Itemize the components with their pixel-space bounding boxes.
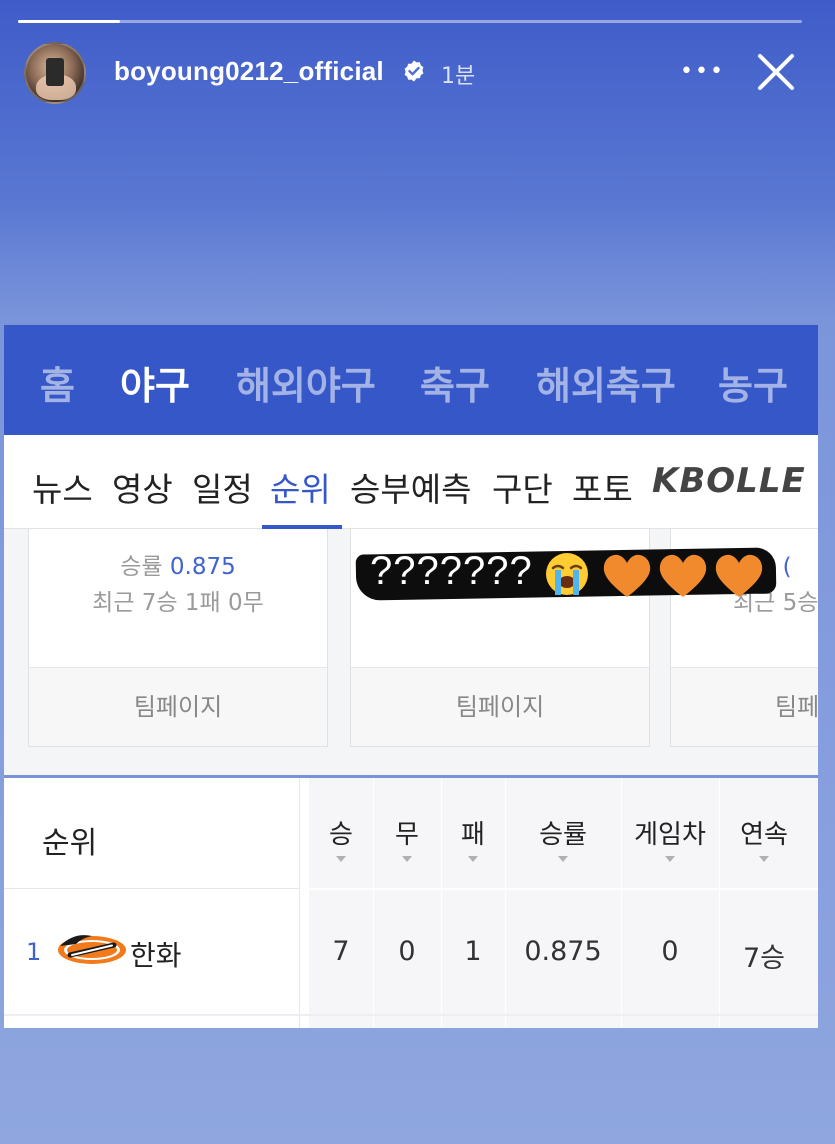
stat-win-rate: 0.875 <box>524 936 602 967</box>
shared-screenshot: 홈 야구 해외야구 축구 해외축구 농구 뉴스 영상 일정 순위 승부예측 구단… <box>4 323 818 1028</box>
orange-heart-icon <box>715 554 763 597</box>
tab-photo[interactable]: 포토 <box>572 463 633 511</box>
baseball-sub-nav: 뉴스 영상 일정 순위 승부예측 구단 포토 KBOLLE <box>4 435 818 529</box>
stat-streak: 7승 <box>742 943 786 974</box>
tab-standings[interactable]: 순위 <box>270 463 331 511</box>
sort-caret-icon[interactable] <box>759 856 769 862</box>
team-page-button[interactable]: 팀페 <box>671 668 818 746</box>
team-page-button[interactable]: 팀페이지 <box>351 668 649 746</box>
loudly-crying-face-icon <box>546 553 588 595</box>
standings-team-column: 순위 1 한화 <box>4 778 300 1028</box>
nav-basketball[interactable]: 농구 <box>718 355 788 410</box>
standings-stats: 승 무 패 승률 게임차 연속 7 0 1 0.875 0 7승 <box>309 778 818 1028</box>
stat-games-behind: 0 <box>661 936 679 967</box>
kbo-league-logo[interactable]: KBOLLE <box>652 461 806 501</box>
story-progress-bar <box>18 20 802 23</box>
nav-overseas-baseball[interactable]: 해외야구 <box>236 355 376 410</box>
sport-category-nav: 홈 야구 해외야구 축구 해외축구 농구 <box>4 325 818 435</box>
col-header-draws[interactable]: 무 <box>373 814 441 851</box>
avatar-phone <box>46 58 64 86</box>
row-divider <box>4 888 300 889</box>
nav-baseball[interactable]: 야구 <box>120 355 190 410</box>
card-win-rate: 승률 0.875 <box>29 547 327 581</box>
orange-heart-icon <box>659 554 707 597</box>
col-header-wins[interactable]: 승 <box>309 814 373 851</box>
row-divider <box>309 888 818 890</box>
stat-draws: 0 <box>398 936 416 967</box>
col-header-streak[interactable]: 연속 <box>719 814 809 851</box>
nav-soccer[interactable]: 축구 <box>420 355 490 410</box>
tab-news[interactable]: 뉴스 <box>32 463 93 511</box>
sticker-text: ??????? <box>370 549 533 593</box>
story-progress-fill <box>18 20 120 23</box>
col-header-losses[interactable]: 패 <box>441 814 505 851</box>
rank-header: 순위 <box>42 826 98 861</box>
sort-caret-icon[interactable] <box>468 856 478 862</box>
team-card: 승률 0.875 최근 7승 1패 0무 팀페이지 <box>28 529 328 747</box>
nav-home[interactable]: 홈 <box>40 355 75 410</box>
verified-badge-icon <box>404 60 424 82</box>
team-name[interactable]: 한화 <box>130 934 182 974</box>
profile-avatar[interactable] <box>24 42 86 104</box>
stat-losses: 1 <box>464 936 482 967</box>
story-text-sticker[interactable]: ??????? <box>354 543 794 605</box>
team-page-button[interactable]: 팀페이지 <box>29 668 327 746</box>
team-rank: 1 <box>26 938 42 966</box>
tab-teams[interactable]: 구단 <box>492 463 553 511</box>
eagles-logo-icon[interactable] <box>54 928 130 972</box>
username[interactable]: boyoung0212_official <box>114 56 384 87</box>
orange-heart-icon <box>603 554 651 597</box>
col-header-games-behind[interactable]: 게임차 <box>621 814 719 851</box>
story-header: boyoung0212_official 1분 ••• <box>24 42 814 104</box>
win-rate-label: 승률 <box>120 554 163 580</box>
tab-schedule[interactable]: 일정 <box>192 463 253 511</box>
table-bottom-border <box>4 1014 818 1016</box>
win-rate-value: 0.875 <box>169 554 236 580</box>
tab-prediction[interactable]: 승부예측 <box>350 463 471 511</box>
sort-caret-icon[interactable] <box>665 856 675 862</box>
stat-wins: 7 <box>332 936 350 967</box>
nav-overseas-soccer[interactable]: 해외축구 <box>536 355 676 410</box>
sort-caret-icon[interactable] <box>402 856 412 862</box>
card-recent-record: 최근 7승 1패 0무 <box>92 590 264 616</box>
post-time: 1분 <box>441 64 476 89</box>
more-options-icon[interactable]: ••• <box>680 60 723 84</box>
close-icon[interactable] <box>754 50 798 94</box>
tab-video[interactable]: 영상 <box>112 463 173 511</box>
col-header-win-rate[interactable]: 승률 <box>505 814 621 851</box>
sort-caret-icon[interactable] <box>558 856 568 862</box>
sort-caret-icon[interactable] <box>336 856 346 862</box>
standings-table: 순위 1 한화 승 무 패 승률 게임차 연속 7 0 1 0.875 0 7승 <box>4 778 818 1028</box>
